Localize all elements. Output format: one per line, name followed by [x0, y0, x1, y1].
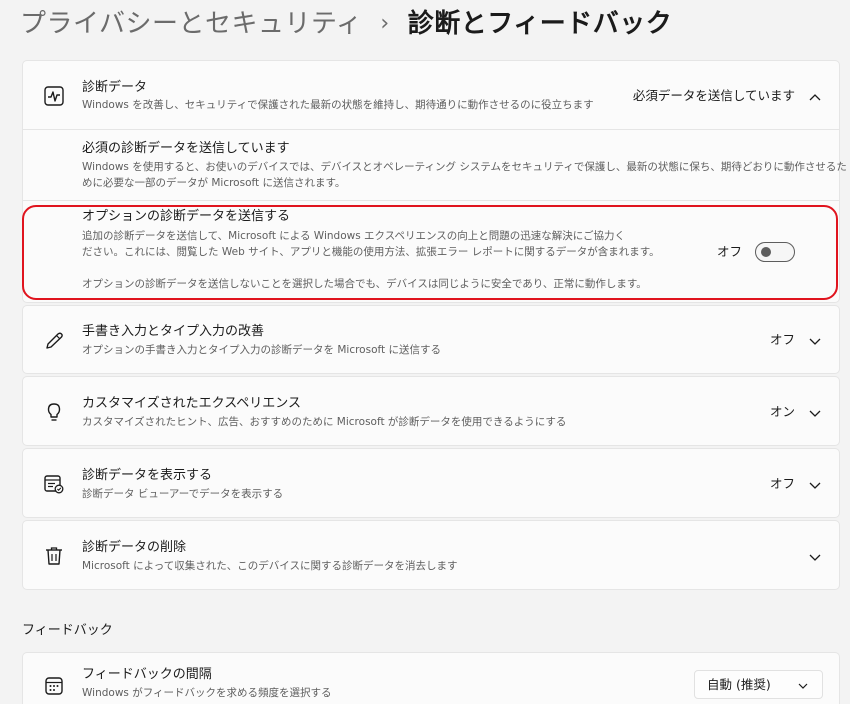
diagnostic-data-header[interactable]: 診断データ Windows を改善し、セキュリティで保護された最新の状態を維持し…: [23, 61, 839, 129]
highlight-outline: [22, 205, 838, 300]
tailored-experiences-card[interactable]: カスタマイズされたエクスペリエンス カスタマイズされたヒント、広告、おすすめのた…: [22, 376, 840, 446]
diagnostic-data-description: Windows を改善し、セキュリティで保護された最新の状態を維持し、期待通りに…: [82, 99, 594, 111]
pen-icon: [43, 330, 65, 352]
required-data-section: 必須の診断データを送信しています Windows を使用すると、お使いのデバイス…: [23, 130, 847, 200]
trash-icon: [43, 545, 65, 567]
breadcrumb-parent[interactable]: プライバシーとセキュリティ: [20, 6, 362, 42]
delete-diagnostic-data-description: Microsoft によって収集された、このデバイスに関する診断データを消去しま…: [82, 560, 458, 572]
data-viewer-icon: [43, 473, 65, 495]
handwriting-description: オプションの手書き入力とタイプ入力の診断データを Microsoft に送信する: [82, 344, 441, 356]
lightbulb-icon: [43, 401, 65, 423]
tailored-experiences-description: カスタマイズされたヒント、広告、おすすめのために Microsoft が診断デー…: [82, 416, 567, 428]
feedback-section-title: フィードバック: [22, 623, 113, 638]
breadcrumb: プライバシーとセキュリティ › 診断とフィードバック: [20, 6, 672, 42]
calendar-icon: [43, 675, 65, 697]
view-diagnostic-data-card[interactable]: 診断データを表示する 診断データ ビューアーでデータを表示する オフ: [22, 448, 840, 518]
required-data-description-line1: Windows を使用すると、お使いのデバイスでは、デバイスとオペレーティング …: [82, 161, 847, 173]
tailored-experiences-title: カスタマイズされたエクスペリエンス: [82, 396, 302, 411]
delete-diagnostic-data-title: 診断データの削除: [82, 540, 187, 555]
diagnostic-data-status: 必須データを送信しています: [632, 88, 795, 103]
chevron-down-icon[interactable]: [808, 406, 822, 420]
view-diagnostic-data-status: オフ: [769, 476, 795, 491]
required-data-description-line2: めに必要な一部のデータが Microsoft に送信されます。: [82, 177, 346, 189]
feedback-frequency-title: フィードバックの間隔: [82, 667, 212, 682]
breadcrumb-separator: ›: [380, 11, 390, 36]
chevron-down-icon[interactable]: [808, 334, 822, 348]
feedback-frequency-value: 自動 (推奨): [707, 677, 771, 692]
handwriting-card[interactable]: 手書き入力とタイプ入力の改善 オプションの手書き入力とタイプ入力の診断データを …: [22, 305, 840, 374]
chevron-down-icon: [796, 679, 810, 693]
pulse-icon: [43, 85, 65, 107]
view-diagnostic-data-description: 診断データ ビューアーでデータを表示する: [82, 488, 284, 500]
required-data-title: 必須の診断データを送信しています: [82, 141, 290, 156]
page-title: 診断とフィードバック: [407, 9, 673, 39]
handwriting-title: 手書き入力とタイプ入力の改善: [82, 324, 265, 339]
chevron-down-icon[interactable]: [808, 478, 822, 492]
delete-diagnostic-data-card[interactable]: 診断データの削除 Microsoft によって収集された、このデバイスに関する診…: [22, 520, 840, 590]
feedback-frequency-dropdown[interactable]: 自動 (推奨): [694, 670, 823, 699]
feedback-frequency-description: Windows がフィードバックを求める頻度を選択する: [82, 687, 332, 699]
diagnostic-data-title: 診断データ: [82, 80, 148, 95]
handwriting-status: オフ: [769, 332, 795, 347]
chevron-down-icon[interactable]: [808, 550, 822, 564]
view-diagnostic-data-title: 診断データを表示する: [82, 468, 213, 483]
tailored-experiences-status: オン: [769, 404, 795, 419]
chevron-up-icon[interactable]: [808, 90, 822, 104]
